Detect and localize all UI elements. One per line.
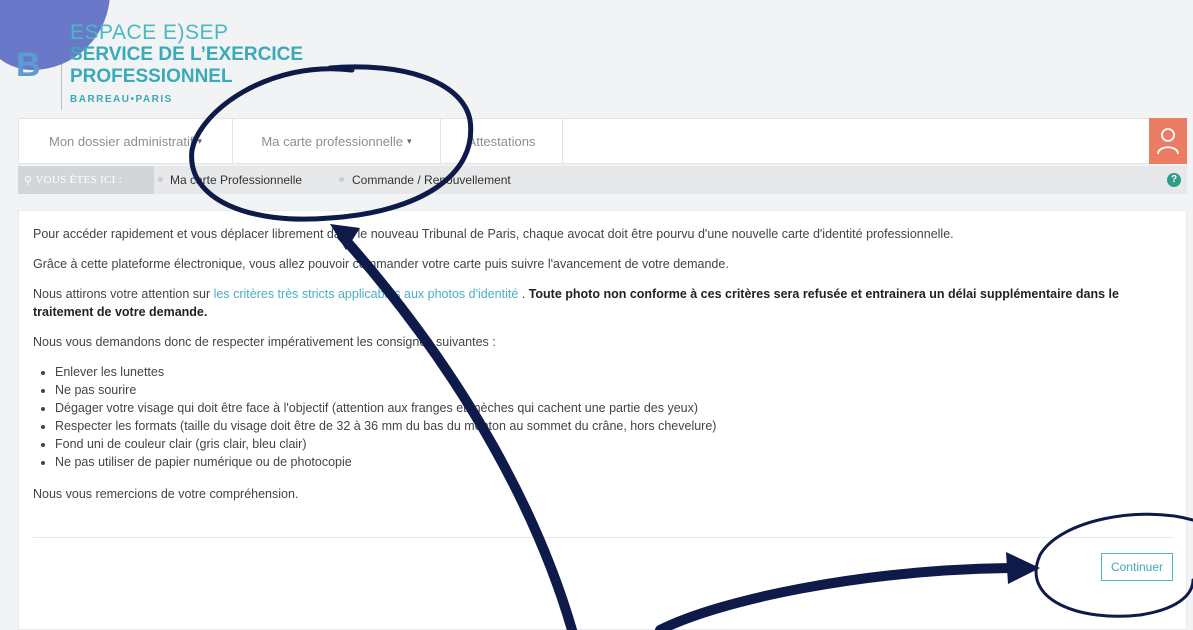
logo-mark: B: [16, 46, 41, 84]
breadcrumb-item-commande: Commande / Renouvellement: [352, 173, 511, 187]
list-item: Dégager votre visage qui doit être face …: [55, 399, 1173, 417]
content-body: Pour accéder rapidement et vous déplacer…: [33, 225, 1173, 515]
user-menu-button[interactable]: [1149, 118, 1187, 164]
list-item: Fond uni de couleur clair (gris clair, b…: [55, 435, 1173, 453]
list-item: Respecter les formats (taille du visage …: [55, 417, 1173, 435]
list-item: Ne pas utiliser de papier numérique ou d…: [55, 453, 1173, 471]
photo-criteria-link[interactable]: les critères très stricts applicables au…: [214, 287, 519, 301]
list-item: Enlever les lunettes: [55, 363, 1173, 381]
criteria-separator: .: [518, 287, 529, 301]
nav-item-label: Ma carte professionnelle: [261, 133, 404, 149]
main-nav: Mon dossier administratif ▾ Ma carte pro…: [18, 118, 1187, 164]
instructions-intro: Nous vous demandons donc de respecter im…: [33, 335, 496, 349]
nav-ma-carte[interactable]: Ma carte professionnelle ▾: [233, 119, 441, 163]
intro-paragraph: Pour accéder rapidement et vous déplacer…: [33, 227, 954, 241]
nav-item-label: Mon dossier administratif: [48, 133, 194, 149]
breadcrumb-here-label: VOUS ÊTES ICI :: [35, 174, 123, 186]
content-panel: Pour accéder rapidement et vous déplacer…: [18, 210, 1187, 630]
thanks-paragraph: Nous vous remercions de votre compréhens…: [33, 487, 299, 501]
nav-mon-dossier[interactable]: Mon dossier administratif ▾: [19, 119, 233, 163]
brand-professionnel: PROFESSIONNEL: [70, 66, 233, 87]
platform-paragraph: Grâce à cette plateforme électronique, v…: [33, 257, 729, 271]
map-pin-icon: ⚲: [24, 174, 33, 187]
continue-button[interactable]: Continuer: [1100, 553, 1173, 581]
photo-criteria-paragraph: Nous attirons votre attention sur les cr…: [33, 285, 1173, 321]
caret-down-icon: ▾: [197, 135, 203, 146]
content-divider: [33, 537, 1173, 538]
breadcrumb-item-carte[interactable]: Ma carte Professionnelle: [170, 166, 302, 194]
brand-barreau: BARREAU•PARIS: [70, 94, 173, 105]
nav-attestations[interactable]: Attestations: [441, 119, 563, 163]
breadcrumb-here: ⚲ VOUS ÊTES ICI :: [18, 166, 154, 194]
list-item: Ne pas sourire: [55, 381, 1173, 399]
breadcrumb: ⚲ VOUS ÊTES ICI : Ma carte Professionnel…: [18, 166, 1187, 194]
user-icon: [1157, 128, 1179, 155]
breadcrumb-separator: [158, 177, 163, 182]
help-icon[interactable]: ?: [1167, 173, 1181, 187]
breadcrumb-separator: [339, 177, 344, 182]
brand-logo[interactable]: ESPACE E)SEP SERVICE DE L’EXERCICE PROFE…: [70, 21, 303, 106]
instructions-list: Enlever les lunettes Ne pas sourire Déga…: [55, 363, 1173, 471]
brand-espace: ESPACE E)SEP: [70, 21, 229, 44]
criteria-text: Nous attirons votre attention sur: [33, 287, 214, 301]
brand-service: SERVICE DE L’EXERCICE: [70, 44, 303, 65]
nav-item-label: Attestations: [467, 133, 536, 149]
caret-down-icon: ▾: [407, 135, 412, 146]
